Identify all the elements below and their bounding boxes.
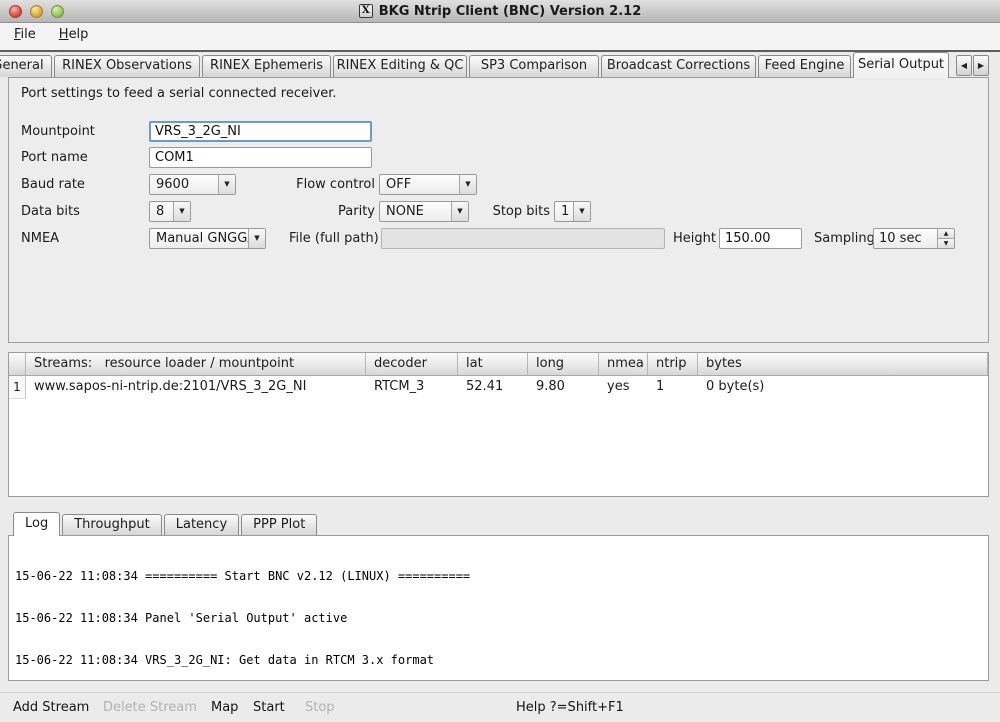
flow-control-select[interactable]: OFF ▼ <box>379 174 477 195</box>
chevron-down-icon: ▼ <box>459 175 476 194</box>
tab-feed-engine[interactable]: Feed Engine <box>758 55 851 77</box>
tab-latency[interactable]: Latency <box>164 514 239 535</box>
tab-throughput[interactable]: Throughput <box>62 514 162 535</box>
col-header-nmea[interactable]: nmea <box>599 353 648 376</box>
nmea-select[interactable]: Manual GNGGA ▼ <box>149 228 266 249</box>
menu-bar: File Help <box>0 23 1000 50</box>
cell-mountpoint: www.sapos-ni-ntrip.de:2101/VRS_3_2G_NI <box>26 376 366 399</box>
tab-rinex-editing-qc[interactable]: RINEX Editing & QC <box>333 55 467 77</box>
cell-bytes: 0 byte(s) <box>698 376 988 399</box>
delete-stream-button: Delete Stream <box>103 693 197 722</box>
serial-output-panel: Port settings to feed a serial connected… <box>8 77 989 343</box>
streams-table-header: Streams: resource loader / mountpoint de… <box>9 353 988 376</box>
stop-bits-select[interactable]: 1 ▼ <box>554 201 591 222</box>
title-bar[interactable]: X BKG Ntrip Client (BNC) Version 2.12 <box>0 0 1000 23</box>
file-full-path-input <box>381 228 665 249</box>
chevron-down-icon: ▼ <box>573 202 590 221</box>
tab-broadcast-corrections[interactable]: Broadcast Corrections <box>601 55 756 77</box>
file-full-path-label: File (full path) <box>289 228 379 249</box>
streams-table: Streams: resource loader / mountpoint de… <box>8 352 989 497</box>
window-controls <box>9 5 64 18</box>
minimize-window-icon[interactable] <box>30 5 43 18</box>
spin-up-icon[interactable]: ▲ <box>938 229 954 239</box>
col-header-streams[interactable]: Streams: resource loader / mountpoint <box>26 353 366 376</box>
table-row[interactable]: 1 www.sapos-ni-ntrip.de:2101/VRS_3_2G_NI… <box>9 376 988 399</box>
tab-general[interactable]: General <box>0 55 52 77</box>
parity-select[interactable]: NONE ▼ <box>379 201 469 222</box>
start-button[interactable]: Start <box>253 693 285 722</box>
tab-log[interactable]: Log <box>13 512 60 536</box>
log-output[interactable]: 15-06-22 11:08:34 ========== Start BNC v… <box>8 535 989 681</box>
help-shortcut-label: Help ?=Shift+F1 <box>516 693 624 722</box>
port-name-label: Port name <box>21 147 88 168</box>
col-header-decoder[interactable]: decoder <box>366 353 458 376</box>
mountpoint-input[interactable] <box>149 121 372 142</box>
chevron-down-icon: ▼ <box>248 229 265 248</box>
log-line: 15-06-22 11:08:34 Panel 'Serial Output' … <box>15 611 982 625</box>
cell-ntrip: 1 <box>648 376 698 399</box>
col-header-lat[interactable]: lat <box>458 353 528 376</box>
window-title: BKG Ntrip Client (BNC) Version 2.12 <box>379 4 642 19</box>
close-window-icon[interactable] <box>9 5 22 18</box>
tab-serial-output[interactable]: Serial Output <box>853 52 949 78</box>
col-header-ntrip[interactable]: ntrip <box>648 353 698 376</box>
map-button[interactable]: Map <box>211 693 238 722</box>
log-tab-bar: Log Throughput Latency PPP Plot <box>8 512 708 535</box>
sampling-spinner[interactable]: 10 sec ▲ ▼ <box>873 228 955 249</box>
log-line: 15-06-22 11:08:34 ========== Start BNC v… <box>15 569 982 583</box>
tab-ppp-plot[interactable]: PPP Plot <box>241 514 317 535</box>
menu-file[interactable]: File <box>10 26 40 43</box>
zoom-window-icon[interactable] <box>51 5 64 18</box>
cell-long: 9.80 <box>528 376 599 399</box>
flow-control-label: Flow control <box>209 174 375 195</box>
bottom-toolbar: Add Stream Delete Stream Map Start Stop … <box>0 692 1000 722</box>
stop-button: Stop <box>305 693 335 722</box>
data-bits-label: Data bits <box>21 201 80 222</box>
config-tab-bar: General RINEX Observations RINEX Ephemer… <box>0 52 1000 77</box>
col-header-long[interactable]: long <box>528 353 599 376</box>
panel-description: Port settings to feed a serial connected… <box>21 86 337 101</box>
parity-label: Parity <box>209 201 375 222</box>
spin-down-icon[interactable]: ▼ <box>938 239 954 248</box>
mountpoint-label: Mountpoint <box>21 121 95 142</box>
tab-rinex-observations[interactable]: RINEX Observations <box>54 55 200 77</box>
chevron-down-icon: ▼ <box>173 202 190 221</box>
cell-decoder: RTCM_3 <box>366 376 458 399</box>
cell-nmea: yes <box>599 376 648 399</box>
height-input[interactable] <box>719 228 802 249</box>
port-name-input[interactable] <box>149 147 372 168</box>
log-line: 15-06-22 11:08:34 VRS_3_2G_NI: Get data … <box>15 653 982 667</box>
tab-rinex-ephemeris[interactable]: RINEX Ephemeris <box>202 55 331 77</box>
height-label: Height <box>673 228 716 249</box>
nmea-label: NMEA <box>21 228 59 249</box>
bnc-window: X BKG Ntrip Client (BNC) Version 2.12 Fi… <box>0 0 1000 722</box>
col-header-bytes[interactable]: bytes <box>698 353 988 376</box>
add-stream-button[interactable]: Add Stream <box>13 693 89 722</box>
data-bits-select[interactable]: 8 ▼ <box>149 201 191 222</box>
menu-help[interactable]: Help <box>55 26 93 43</box>
tab-sp3-comparison[interactable]: SP3 Comparison <box>469 55 599 77</box>
row-number: 1 <box>9 376 26 399</box>
table-corner-cell <box>9 353 26 376</box>
baud-rate-label: Baud rate <box>21 174 85 195</box>
stop-bits-label: Stop bits <box>464 201 550 222</box>
x11-app-icon: X <box>359 4 373 18</box>
cell-lat: 52.41 <box>458 376 528 399</box>
sampling-label: Sampling <box>814 228 875 249</box>
